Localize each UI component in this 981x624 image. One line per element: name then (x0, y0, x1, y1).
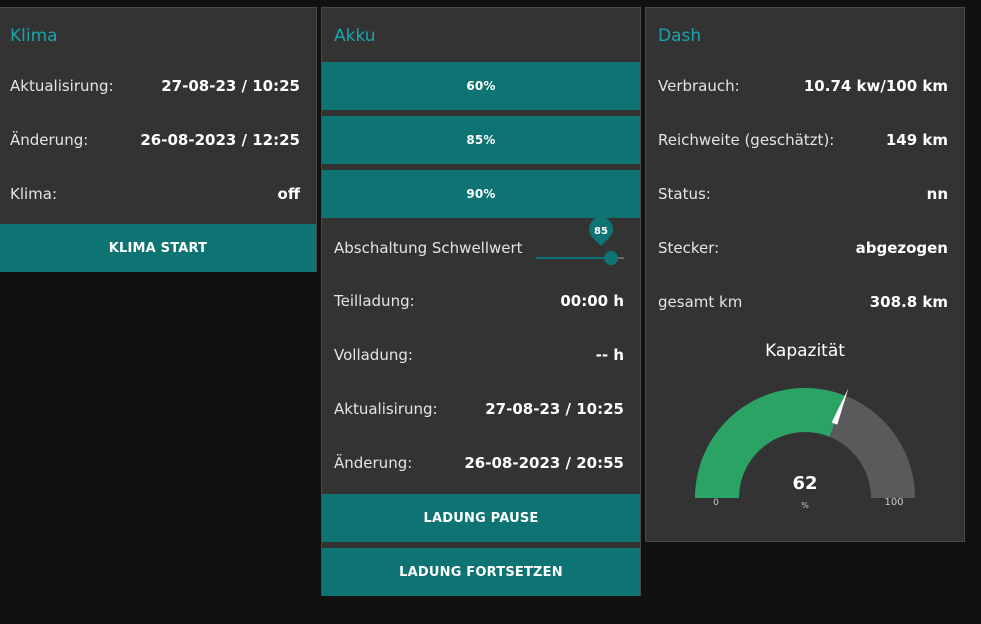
row-label: Reichweite (geschätzt): (658, 131, 835, 149)
dash-row-verbrauch: Verbrauch: 10.74 kw/100 km (658, 76, 948, 96)
ladung-pause-button[interactable]: LADUNG PAUSE (322, 494, 640, 542)
row-label: Klima: (10, 185, 58, 203)
preset-60-button[interactable]: 60% (322, 62, 640, 110)
capacity-gauge: 62 % 0 100 (695, 388, 915, 510)
dash-row-status: Status: nn (658, 184, 948, 204)
row-value: 10.74 kw/100 km (803, 77, 948, 95)
gauge-title: Kapazität (765, 341, 845, 361)
akku-title: Akku (334, 26, 376, 46)
klima-row-change: Änderung: 26-08-2023 / 12:25 (10, 130, 300, 150)
klima-start-button[interactable]: KLIMA START (0, 224, 316, 272)
klima-title: Klima (10, 26, 58, 46)
row-value: 26-08-2023 / 12:25 (140, 131, 300, 149)
row-value: nn (926, 185, 948, 203)
klima-row-update: Aktualisirung: 27-08-23 / 10:25 (10, 76, 300, 96)
gauge-max: 100 (884, 497, 903, 508)
row-label: Aktualisirung: (334, 400, 438, 418)
akku-row-change: Änderung: 26-08-2023 / 20:55 (334, 453, 624, 473)
gauge-fill (695, 388, 846, 498)
slider-value-text: 85 (594, 226, 608, 237)
row-label: Status: (658, 185, 711, 203)
akku-row-volladung: Volladung: -- h (334, 345, 624, 365)
row-value: off (277, 185, 300, 203)
row-label: Stecker: (658, 239, 720, 257)
row-label: gesamt km (658, 293, 743, 311)
threshold-label: Abschaltung Schwellwert (334, 239, 523, 257)
dash-card: Dash Verbrauch: 10.74 kw/100 km Reichwei… (645, 7, 965, 542)
slider-fill (536, 257, 611, 259)
akku-row-teilladung: Teilladung: 00:00 h (334, 291, 624, 311)
row-label: Änderung: (334, 454, 413, 472)
dash-row-stecker: Stecker: abgezogen (658, 238, 948, 258)
preset-85-button[interactable]: 85% (322, 116, 640, 164)
slider-thumb[interactable] (604, 251, 618, 265)
gauge-min: 0 (713, 498, 719, 508)
gauge-value: 62 (792, 473, 817, 494)
ladung-fortsetzen-button[interactable]: LADUNG FORTSETZEN (322, 548, 640, 596)
akku-card: Akku 60% 85% 90% Abschaltung Schwellwert… (321, 7, 641, 596)
gauge-unit: % (801, 501, 809, 510)
row-value: 149 km (885, 131, 948, 149)
row-label: Volladung: (334, 346, 413, 364)
dash-row-reichweite: Reichweite (geschätzt): 149 km (658, 130, 948, 150)
row-value: 26-08-2023 / 20:55 (464, 454, 624, 472)
threshold-slider[interactable] (536, 251, 624, 265)
dash-row-gesamt: gesamt km 308.8 km (658, 292, 948, 312)
preset-90-button[interactable]: 90% (322, 170, 640, 218)
klima-card: Klima Aktualisirung: 27-08-23 / 10:25 Än… (0, 7, 317, 272)
row-value: 00:00 h (560, 292, 624, 310)
dash-title: Dash (658, 26, 702, 46)
akku-row-update: Aktualisirung: 27-08-23 / 10:25 (334, 399, 624, 419)
row-label: Teilladung: (334, 292, 415, 310)
row-value: -- h (595, 346, 624, 364)
row-value: 27-08-23 / 10:25 (485, 400, 624, 418)
klima-row-state: Klima: off (10, 184, 300, 204)
row-label: Verbrauch: (658, 77, 740, 95)
row-value: 27-08-23 / 10:25 (161, 77, 300, 95)
row-value: abgezogen (855, 239, 948, 257)
row-label: Aktualisirung: (10, 77, 114, 95)
row-value: 308.8 km (869, 293, 948, 311)
row-label: Änderung: (10, 131, 89, 149)
